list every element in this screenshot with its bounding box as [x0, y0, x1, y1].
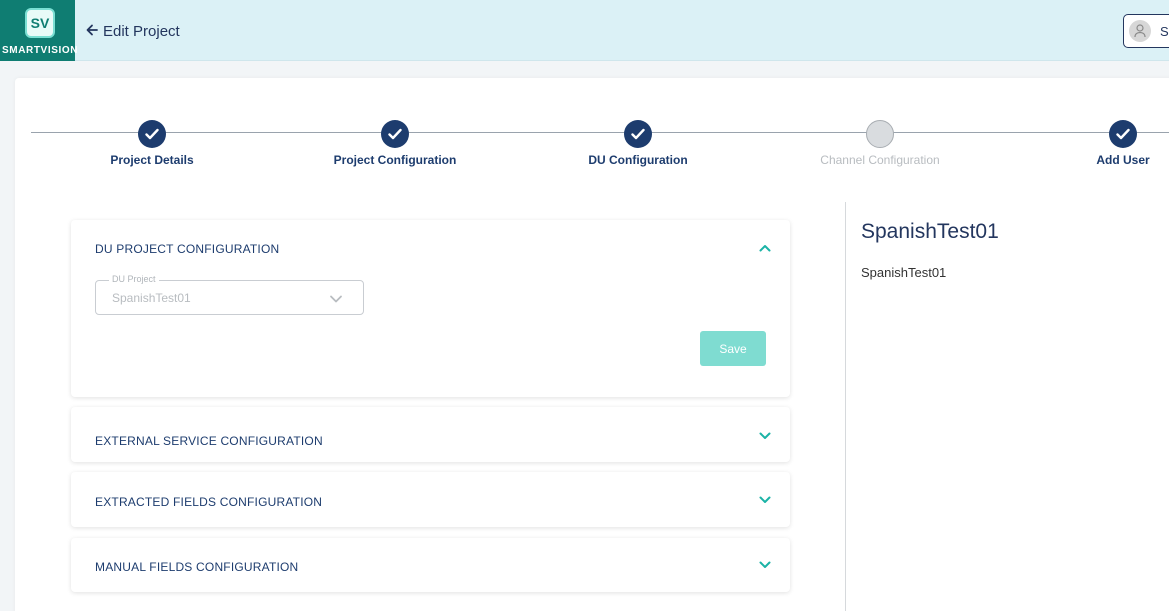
step-label: Channel Configuration — [820, 153, 940, 167]
logo-text: SMARTVISION — [2, 45, 79, 56]
page-title: Edit Project — [103, 23, 180, 40]
step-label: DU Configuration — [588, 153, 688, 167]
chevron-down-icon[interactable] — [758, 429, 772, 443]
extracted-fields-configuration-panel[interactable]: EXTRACTED FIELDS CONFIGURATION — [71, 472, 790, 527]
field-value: SpanishTest01 — [112, 291, 191, 305]
chevron-down-icon — [330, 295, 342, 303]
stepper-line — [31, 132, 1169, 133]
top-header: SV SMARTVISION Edit Project Sa — [0, 0, 1169, 61]
field-label: DU Project — [109, 274, 159, 284]
app-logo[interactable]: SV SMARTVISION — [0, 0, 79, 61]
manual-fields-configuration-panel[interactable]: MANUAL FIELDS CONFIGURATION — [71, 538, 790, 592]
panel-title: MANUAL FIELDS CONFIGURATION — [95, 560, 299, 574]
check-icon — [1109, 120, 1137, 148]
panel-title: EXTERNAL SERVICE CONFIGURATION — [95, 434, 323, 448]
user-menu-button[interactable]: Sa — [1123, 14, 1169, 48]
project-name-text: SpanishTest01 — [861, 265, 947, 280]
panel-title: EXTRACTED FIELDS CONFIGURATION — [95, 495, 323, 509]
user-icon — [1129, 20, 1151, 42]
chevron-up-icon[interactable] — [758, 241, 772, 255]
vertical-divider — [845, 202, 846, 611]
save-button[interactable]: Save — [700, 331, 766, 366]
project-name-heading: SpanishTest01 — [861, 220, 999, 243]
chevron-down-icon[interactable] — [758, 493, 772, 507]
back-button[interactable]: Edit Project — [86, 23, 180, 40]
arrow-left-icon — [86, 23, 98, 40]
step-label: Project Configuration — [333, 153, 457, 167]
check-icon — [624, 120, 652, 148]
du-project-configuration-panel: DU PROJECT CONFIGURATION DU Project Span… — [71, 220, 790, 397]
check-icon — [381, 120, 409, 148]
logo-badge: SV — [25, 8, 55, 38]
check-icon — [138, 120, 166, 148]
panel-title: DU PROJECT CONFIGURATION — [95, 242, 280, 256]
step-label: Add User — [1096, 153, 1150, 167]
du-project-select[interactable]: DU Project SpanishTest01 — [95, 274, 364, 315]
user-name: Sa — [1160, 24, 1169, 39]
pending-step-icon — [866, 120, 894, 148]
chevron-down-icon[interactable] — [758, 558, 772, 572]
step-label: Project Details — [110, 153, 194, 167]
external-service-configuration-panel[interactable]: EXTERNAL SERVICE CONFIGURATION — [71, 407, 790, 462]
